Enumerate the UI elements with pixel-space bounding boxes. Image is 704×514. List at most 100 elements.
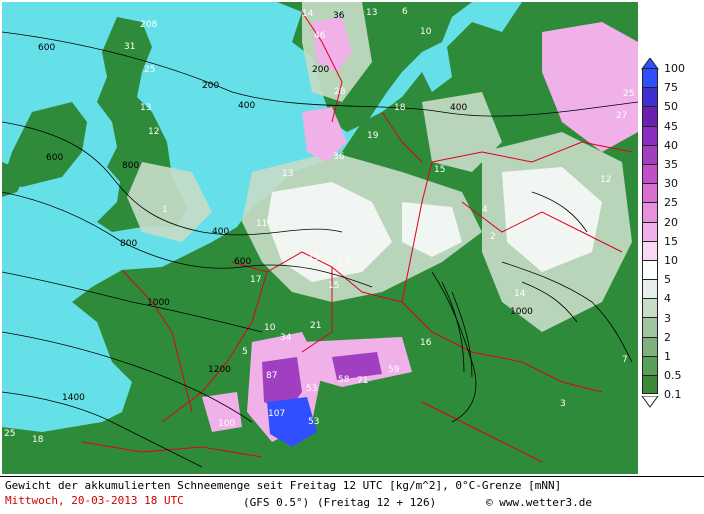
caption-run: (Freitag 12 + 126) xyxy=(317,496,437,509)
snow-value: 21 xyxy=(310,321,321,331)
caption-copyright: © www.wetter3.de xyxy=(486,496,592,509)
legend-label: 35 xyxy=(664,158,678,171)
caption-model: (GFS 0.5°) xyxy=(243,496,310,509)
contour-label: 200 xyxy=(202,81,219,91)
snow-value: 18 xyxy=(394,103,406,113)
legend-color-segment xyxy=(642,355,658,375)
legend-label: 20 xyxy=(664,215,678,229)
snow-value: 13 xyxy=(366,8,377,18)
contour-label: 600 xyxy=(234,257,251,267)
snow-value: 100 xyxy=(218,419,235,429)
contour-label: 1000 xyxy=(147,298,170,308)
snow-value: 17 xyxy=(338,259,349,269)
caption-valid-time: Mittwoch, 20-03-2013 18 UTC xyxy=(5,494,184,507)
legend-color-segment xyxy=(642,279,658,299)
legend-color-bar xyxy=(642,68,658,395)
snow-value: 11 xyxy=(256,219,267,229)
caption-description: Gewicht der akkumulierten Schneemenge se… xyxy=(5,479,562,492)
color-legend: 100 75 50 45 40 35 30 25 20 15 10 5 4 3 2 1 0.5 0.1 xyxy=(638,58,704,418)
contour-label: 1200 xyxy=(208,365,231,375)
legend-label: 25 xyxy=(664,196,678,210)
legend-color-segment xyxy=(642,183,658,203)
snow-value: 10 xyxy=(264,323,276,333)
snow-value: 14 xyxy=(302,9,314,19)
snow-value: 2 xyxy=(490,232,496,242)
legend-color-segment xyxy=(642,68,658,88)
snow-value: 59 xyxy=(388,365,400,375)
snow-value: 27 xyxy=(616,111,627,121)
legend-label: 50 xyxy=(664,100,678,114)
legend-label: 0.5 xyxy=(664,369,682,383)
snow-value: 7 xyxy=(622,355,628,365)
snow-value: 6 xyxy=(402,7,408,17)
snow-value: 19 xyxy=(308,253,320,263)
snow-value: 10 xyxy=(420,27,432,37)
legend-color-segment xyxy=(642,87,658,107)
snow-value: 31 xyxy=(124,42,135,52)
legend-label: 100 xyxy=(664,62,685,75)
legend-label: 0.1 xyxy=(664,388,682,402)
legend-color-segment xyxy=(642,240,658,260)
legend-color-segment xyxy=(642,259,658,280)
legend-color-segment xyxy=(642,202,658,222)
snow-value: 36 xyxy=(333,152,345,162)
snow-value: 1 xyxy=(162,205,168,215)
contour-label: 600 xyxy=(46,153,63,163)
weather-map-frame: 14 36 13 6 10 208 46 31 25 28 18 13 12 2… xyxy=(0,0,704,514)
snow-value: 13 xyxy=(140,103,151,113)
legend-label: 40 xyxy=(664,138,678,152)
legend-color-segment xyxy=(642,375,658,395)
snow-map: 14 36 13 6 10 208 46 31 25 28 18 13 12 2… xyxy=(2,2,638,474)
legend-label: 5 xyxy=(664,273,671,287)
legend-color-segment xyxy=(642,221,658,241)
snow-value: 5 xyxy=(242,347,248,357)
contour-label: 1400 xyxy=(62,393,85,403)
legend-label: 75 xyxy=(664,81,678,95)
snow-value: 13 xyxy=(282,169,293,179)
legend-color-segment xyxy=(642,298,658,318)
snow-value: 3 xyxy=(560,399,566,409)
snow-value: 15 xyxy=(328,281,339,291)
snow-value: 18 xyxy=(32,435,44,445)
legend-label: 30 xyxy=(664,177,678,191)
snow-value: 208 xyxy=(140,20,157,30)
legend-label: 15 xyxy=(664,234,678,248)
snow-value: 36 xyxy=(333,11,345,21)
snow-value: 28 xyxy=(334,87,346,97)
legend-color-segment xyxy=(642,125,658,145)
legend-color-segment xyxy=(642,163,658,184)
snow-value: 12 xyxy=(148,127,159,137)
contour-label: 800 xyxy=(122,161,139,171)
snow-value: 53 xyxy=(306,384,317,394)
legend-label: 3 xyxy=(664,311,671,325)
legend-label: 10 xyxy=(664,254,678,267)
snow-value: 46 xyxy=(314,31,326,41)
legend-label: 4 xyxy=(664,292,671,306)
legend-label: 2 xyxy=(664,330,671,344)
snow-value: 53 xyxy=(308,417,319,427)
snow-value: 25 xyxy=(4,429,15,439)
snow-value: 16 xyxy=(420,338,432,348)
snow-value: 58 xyxy=(338,375,350,385)
contour-label: 200 xyxy=(312,65,329,75)
snow-value: 107 xyxy=(268,409,285,419)
contour-label: 1000 xyxy=(510,307,533,317)
snow-value: 12 xyxy=(600,175,611,185)
snow-value: 25 xyxy=(623,89,634,99)
legend-label: 45 xyxy=(664,119,678,133)
snow-value: 34 xyxy=(280,333,292,343)
contour-label: 400 xyxy=(450,103,467,113)
snow-value: 4 xyxy=(482,205,488,215)
snow-value: 87 xyxy=(266,371,277,381)
snow-value: 15 xyxy=(434,165,445,175)
contour-label: 400 xyxy=(212,227,229,237)
map-caption: Gewicht der akkumulierten Schneemenge se… xyxy=(0,476,704,514)
snow-value: 71 xyxy=(357,376,368,386)
legend-color-segment xyxy=(642,317,658,337)
legend-color-segment xyxy=(642,144,658,164)
snow-value: 14 xyxy=(514,289,526,299)
contour-label: 600 xyxy=(38,43,55,53)
legend-arrow-down-icon xyxy=(641,396,659,408)
snow-value: 17 xyxy=(250,275,261,285)
legend-label: 1 xyxy=(664,350,671,363)
